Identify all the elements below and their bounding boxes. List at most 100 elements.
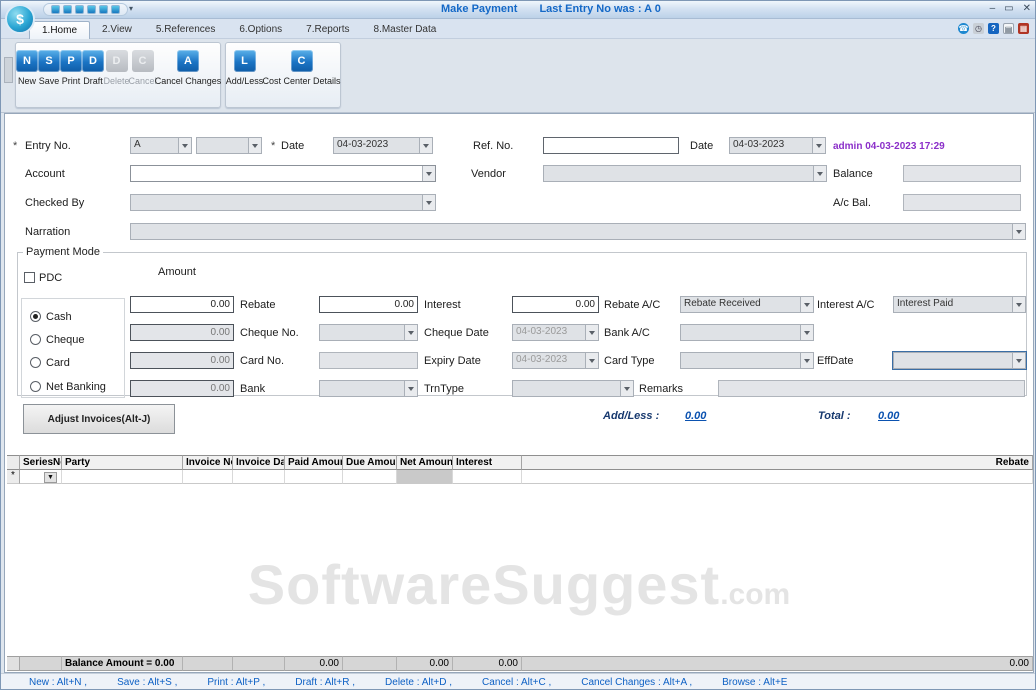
chevron-down-icon[interactable]: [813, 166, 826, 181]
chevron-down-icon[interactable]: [178, 138, 191, 153]
app-logo-icon[interactable]: $: [5, 4, 35, 34]
label-icon[interactable]: ▦: [1018, 23, 1029, 34]
netbanking-amount-input: [130, 380, 234, 397]
pdc-checkbox[interactable]: [24, 272, 35, 283]
tab-master-data[interactable]: 8.Master Data: [362, 21, 449, 39]
titlebar: $ ▾ Make Payment Last Entry No was : A 0…: [1, 1, 1035, 34]
chevron-down-icon[interactable]: [422, 166, 435, 181]
print-button[interactable]: P Print: [60, 43, 82, 86]
account-select[interactable]: [130, 165, 436, 182]
cheque-amount-input: [130, 324, 234, 341]
tab-home[interactable]: 1.Home: [29, 21, 91, 39]
new-button[interactable]: N New: [16, 43, 38, 86]
shortcut-cancel-changes: Cancel Changes : Alt+A ,: [581, 677, 693, 688]
chevron-down-icon[interactable]: [1012, 353, 1025, 368]
paid-amount-cell[interactable]: [285, 470, 343, 484]
grid-corner-cell: [7, 455, 20, 470]
col-rebate: Rebate: [522, 455, 1033, 470]
add-less-button[interactable]: L Add/Less: [226, 43, 263, 86]
chevron-down-icon[interactable]: [248, 138, 261, 153]
quick-access-icon-4[interactable]: [87, 5, 96, 14]
grid-header-row: SeriesNo Party Invoice No Invoice Date P…: [7, 455, 1033, 470]
tab-options[interactable]: 6.Options: [227, 21, 294, 39]
quick-access-icon-5[interactable]: [99, 5, 108, 14]
col-paid-amount: Paid Amount: [285, 455, 343, 470]
rebate-ac-select[interactable]: Rebate Received: [680, 296, 814, 313]
tab-references[interactable]: 5.References: [144, 21, 227, 39]
balance-label: Balance: [833, 168, 873, 180]
quick-access-icon-6[interactable]: [111, 5, 120, 14]
card-type-select: [680, 352, 814, 369]
save-icon: S: [38, 50, 60, 72]
vendor-select[interactable]: [543, 165, 827, 182]
invoice-date-cell[interactable]: [233, 470, 285, 484]
total-value[interactable]: 0.00: [878, 410, 899, 422]
quick-access-icon-2[interactable]: [63, 5, 72, 14]
close-button[interactable]: ✕: [1023, 2, 1031, 16]
bank-label: Bank: [240, 383, 266, 395]
trntype-select: [512, 380, 634, 397]
invoice-grid: SeriesNo Party Invoice No Invoice Date P…: [7, 455, 1033, 484]
ref-date-picker[interactable]: 04-03-2023: [729, 137, 826, 154]
cancel-icon: C: [131, 50, 154, 72]
effdate-select[interactable]: [892, 351, 1027, 370]
interest-label: Interest: [424, 299, 461, 311]
party-cell[interactable]: [62, 470, 183, 484]
chevron-down-icon[interactable]: [800, 297, 813, 312]
cheque-no-select: [319, 324, 418, 341]
series-dropdown-icon[interactable]: ▼: [44, 472, 57, 483]
cost-center-details-button[interactable]: C Cost Center Details: [263, 43, 341, 86]
expiry-date-label: Expiry Date: [424, 355, 481, 367]
cheque-radio[interactable]: [30, 334, 41, 345]
checked-by-select[interactable]: [130, 194, 436, 211]
make-payment-window: $ ▾ Make Payment Last Entry No was : A 0…: [0, 0, 1036, 690]
draft-button[interactable]: D Draft: [82, 43, 104, 86]
minimize-button[interactable]: –: [990, 2, 996, 16]
quick-access-icon-1[interactable]: [51, 5, 60, 14]
chevron-down-icon: [585, 325, 598, 340]
entry-date-picker[interactable]: 04-03-2023: [333, 137, 433, 154]
interest-cell[interactable]: [453, 470, 522, 484]
cancel-changes-button[interactable]: A Cancel Changes: [155, 43, 221, 86]
chevron-down-icon[interactable]: [422, 195, 435, 210]
add-less-total-label: Add/Less :: [603, 410, 660, 422]
col-due-amount: Due Amount: [343, 455, 397, 470]
clock-icon[interactable]: ◷: [973, 23, 984, 34]
chevron-down-icon: [800, 325, 813, 340]
adjust-invoices-button[interactable]: Adjust Invoices(Alt-J): [23, 404, 175, 434]
netbanking-radio[interactable]: [30, 381, 41, 392]
cash-amount-input[interactable]: [130, 296, 234, 313]
quick-access-overflow-icon[interactable]: ▾: [129, 4, 133, 13]
help-icon[interactable]: ?: [988, 23, 999, 34]
quick-access-icon-3[interactable]: [75, 5, 84, 14]
rebate-cell[interactable]: [522, 470, 1033, 484]
tab-view[interactable]: 2.View: [90, 21, 144, 39]
col-invoice-no: Invoice No: [183, 455, 233, 470]
chevron-down-icon[interactable]: [812, 138, 825, 153]
due-amount-cell[interactable]: [343, 470, 397, 484]
cash-radio[interactable]: [30, 311, 41, 322]
entry-series-select[interactable]: A: [130, 137, 192, 154]
narration-input[interactable]: [130, 223, 1026, 240]
seriesno-cell[interactable]: ▼: [20, 470, 62, 484]
interest-ac-select[interactable]: Interest Paid: [893, 296, 1026, 313]
tab-reports[interactable]: 7.Reports: [294, 21, 361, 39]
card-radio[interactable]: [30, 357, 41, 368]
save-button[interactable]: S Save: [38, 43, 60, 86]
invoice-no-cell[interactable]: [183, 470, 233, 484]
chevron-down-icon[interactable]: [419, 138, 432, 153]
rebate-input[interactable]: [319, 296, 418, 313]
phone-icon[interactable]: ☎: [958, 23, 969, 34]
card-no-label: Card No.: [240, 355, 285, 367]
add-less-total-value[interactable]: 0.00: [685, 410, 706, 422]
interest-input[interactable]: [512, 296, 599, 313]
ref-no-input[interactable]: [543, 137, 679, 154]
ribbon-handle-icon[interactable]: [4, 57, 13, 83]
maximize-button[interactable]: ▭: [1004, 2, 1013, 16]
chevron-down-icon[interactable]: [1012, 297, 1025, 312]
net-amount-cell: [397, 470, 453, 484]
shortcut-browse: Browse : Alt+E: [722, 677, 788, 688]
entry-number-select[interactable]: [196, 137, 262, 154]
chevron-down-icon[interactable]: [1012, 224, 1025, 239]
note-icon[interactable]: ▤: [1003, 23, 1014, 34]
